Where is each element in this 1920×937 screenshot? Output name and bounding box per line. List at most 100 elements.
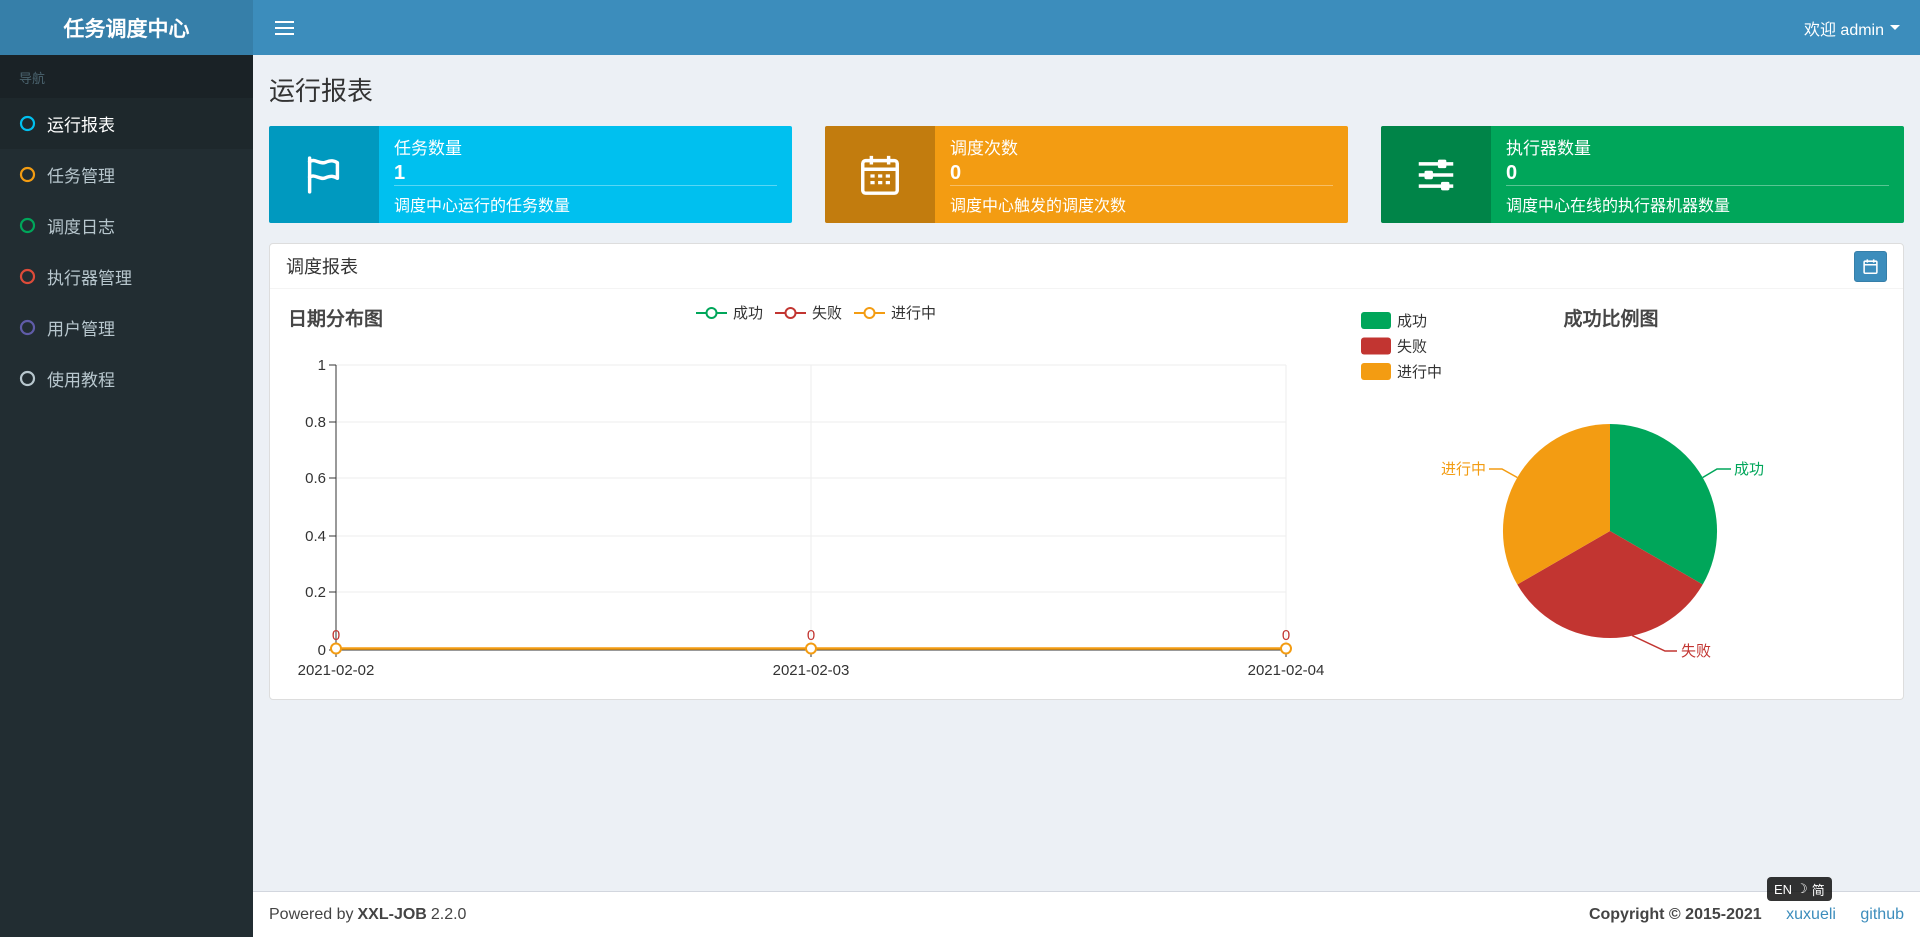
legend-label: 成功 — [1397, 313, 1427, 330]
data-point-marker[interactable] — [1280, 642, 1292, 655]
info-box-trigger-count: 调度次数 0 调度中心触发的调度次数 — [825, 126, 1348, 223]
circle-icon — [19, 115, 36, 132]
calendar-icon — [1863, 258, 1878, 274]
sidebar-toggle-button[interactable] — [273, 17, 296, 39]
top-navbar: 任务调度中心 欢迎 admin — [0, 0, 1920, 55]
user-menu[interactable]: 欢迎 admin — [1804, 16, 1900, 40]
data-point-label: 0 — [1282, 627, 1290, 644]
pie-slice-label: 进行中 — [1441, 461, 1486, 478]
hamburger-icon — [275, 20, 294, 35]
y-axis-tick-label: 0.4 — [305, 528, 326, 545]
sidebar-item-label: 调度日志 — [47, 218, 115, 237]
sidebar-item-label: 用户管理 — [47, 320, 115, 339]
pie-legend-item-running[interactable]: 进行中 — [1361, 363, 1442, 381]
powered-by: Powered by XXL-JOB 2.2.0 — [269, 906, 466, 924]
report-panel-body: 日期分布图 成功 失败 进行中 1 0.8 0.6 0.4 0.2 0 2021… — [270, 289, 1903, 699]
x-axis-tick-label: 2021-02-02 — [298, 662, 375, 679]
sidebar-item-tutorial[interactable]: 使用教程 — [0, 353, 253, 404]
pie-slice-label: 失败 — [1681, 643, 1711, 660]
legend-label: 进行中 — [1397, 364, 1442, 381]
info-box-content: 调度次数 0 调度中心触发的调度次数 — [935, 126, 1348, 223]
flag-icon — [269, 126, 379, 223]
info-box-job-count: 任务数量 1 调度中心运行的任务数量 — [269, 126, 792, 223]
panel-title: 调度报表 — [286, 257, 358, 277]
date-distribution-chart: 日期分布图 成功 失败 进行中 1 0.8 0.6 0.4 0.2 0 2021… — [288, 305, 1325, 679]
sidebar-item-job-management[interactable]: 任务管理 — [0, 149, 253, 200]
report-panel-header: 调度报表 — [270, 244, 1903, 289]
sidebar-item-label: 运行报表 — [47, 116, 115, 135]
sidebar-item-schedule-log[interactable]: 调度日志 — [0, 200, 253, 251]
sidebar-item-run-report[interactable]: 运行报表 — [0, 98, 253, 149]
version-text: 2.2.0 — [430, 905, 467, 923]
brand-name: XXL-JOB — [357, 905, 427, 923]
sidebar-item-label: 使用教程 — [47, 371, 115, 390]
success-ratio-pie-chart: 成功 失败 进行中 成功比例图 成功 失败 进行中 — [1361, 307, 1764, 660]
sliders-icon — [1381, 126, 1491, 223]
info-box-value: 0 — [950, 162, 962, 184]
info-box-row: 任务数量 1 调度中心运行的任务数量 调度次数 0 调度中心触发的调度次数 执行… — [269, 126, 1904, 223]
data-point-marker[interactable] — [330, 642, 342, 655]
circle-icon — [19, 370, 36, 387]
caret-down-icon — [1890, 25, 1900, 30]
data-point-label: 0 — [807, 627, 815, 644]
author-link[interactable]: xuxueli — [1786, 906, 1836, 923]
info-box-content: 执行器数量 0 调度中心在线的执行器机器数量 — [1491, 126, 1904, 223]
y-axis-tick-label: 1 — [318, 357, 326, 374]
info-box-label: 任务数量 — [394, 139, 462, 158]
legend-label: 成功 — [733, 305, 763, 322]
pie-legend-item-fail[interactable]: 失败 — [1361, 337, 1427, 356]
footer: Powered by XXL-JOB 2.2.0 Copyright © 2015-… — [253, 891, 1920, 937]
sidebar-nav-label: 导航 — [0, 55, 253, 98]
line-legend-item-fail[interactable]: 失败 — [775, 305, 842, 322]
info-box-value: 0 — [1506, 162, 1518, 184]
axes — [329, 364, 1287, 657]
circle-icon — [19, 319, 36, 336]
line-legend-item-running[interactable]: 进行中 — [854, 305, 936, 322]
sidebar-item-user-management[interactable]: 用户管理 — [0, 302, 253, 353]
info-box-content: 任务数量 1 调度中心运行的任务数量 — [379, 126, 792, 223]
sidebar-item-label: 执行器管理 — [47, 269, 132, 288]
date-range-button[interactable] — [1854, 250, 1887, 282]
sidebar-item-executor-management[interactable]: 执行器管理 — [0, 251, 253, 302]
line-legend-item-success[interactable]: 成功 — [696, 305, 763, 322]
moon-icon: ☽ — [1796, 881, 1808, 896]
ime-en-label: EN — [1774, 881, 1793, 897]
x-axis-tick-label: 2021-02-03 — [773, 662, 850, 679]
pie-legend-item-success[interactable]: 成功 — [1361, 312, 1427, 330]
grid-lines — [336, 364, 1287, 650]
label-connector — [1631, 634, 1677, 652]
sidebar: 导航 运行报表 任务管理 调度日志 执行器管理 用户管理 使用教程 — [0, 55, 253, 937]
x-axis-tick-label: 2021-02-04 — [1248, 662, 1325, 679]
ime-cn-label: 简 — [1811, 882, 1825, 898]
info-box-desc: 调度中心运行的任务数量 — [394, 185, 777, 223]
circle-icon — [19, 166, 36, 183]
label-connector — [1489, 468, 1518, 479]
navbar: 欢迎 admin — [253, 0, 1920, 55]
content-wrapper: 运行报表 任务数量 1 调度中心运行的任务数量 调度次数 0 调度中心触发的调度… — [253, 55, 1920, 891]
info-box-desc: 调度中心在线的执行器机器数量 — [1506, 185, 1889, 223]
page-title: 运行报表 — [269, 76, 374, 106]
powered-by-text: Powered by — [269, 905, 354, 923]
legend-label: 进行中 — [891, 305, 936, 322]
y-axis-tick-label: 0.8 — [305, 414, 326, 431]
data-point-marker[interactable] — [805, 642, 817, 655]
github-link[interactable]: github — [1860, 906, 1904, 923]
info-box-executor-count: 执行器数量 0 调度中心在线的执行器机器数量 — [1381, 126, 1904, 223]
legend-label: 失败 — [1397, 339, 1427, 356]
welcome-text: 欢迎 admin — [1803, 21, 1884, 39]
copyright-text: Copyright © 2015-2021 — [1588, 905, 1762, 923]
app-logo[interactable]: 任务调度中心 — [0, 0, 253, 55]
label-connector — [1702, 468, 1731, 479]
calendar-icon — [825, 126, 935, 223]
circle-icon — [19, 268, 36, 285]
info-box-value: 1 — [394, 162, 406, 184]
info-box-label: 调度次数 — [950, 139, 1018, 158]
sidebar-item-label: 任务管理 — [47, 167, 115, 186]
pie-slice-label: 成功 — [1734, 461, 1764, 478]
ime-indicator[interactable]: EN ☽ 简 — [1767, 877, 1832, 901]
info-box-label: 执行器数量 — [1506, 139, 1591, 158]
report-panel: 调度报表 日期分布图 成功 失败 进行中 1 0.8 0.6 0.4 0.2 0… — [269, 243, 1904, 700]
circle-icon — [19, 217, 36, 234]
y-axis-tick-label: 0.6 — [305, 470, 326, 487]
y-axis-tick-label: 0.2 — [305, 584, 326, 601]
